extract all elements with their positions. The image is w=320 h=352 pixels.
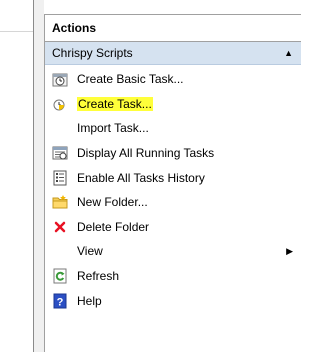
action-new-folder[interactable]: New Folder...: [45, 190, 301, 215]
actions-header: Actions: [45, 15, 301, 42]
action-label: Import Task...: [77, 121, 149, 136]
action-label: Help: [77, 293, 102, 308]
action-label: Create Basic Task...: [77, 72, 184, 87]
refresh-icon: [52, 268, 68, 284]
action-delete-folder[interactable]: Delete Folder: [45, 215, 301, 240]
section-title: Chrispy Scripts: [52, 46, 133, 60]
action-refresh[interactable]: Refresh: [45, 264, 301, 289]
clock-icon: [52, 71, 68, 87]
running-tasks-icon: [52, 145, 68, 161]
delete-x-icon: [52, 219, 68, 235]
svg-text:?: ?: [57, 296, 64, 308]
history-icon: [52, 170, 68, 186]
pane-splitter[interactable]: [34, 0, 44, 352]
section-header-chrispy-scripts[interactable]: Chrispy Scripts ▲: [45, 42, 301, 65]
action-label: Refresh: [77, 269, 120, 284]
tree-pane-divider: [0, 31, 34, 32]
collapse-arrow-icon[interactable]: ▲: [284, 42, 293, 64]
action-label: View: [77, 244, 103, 259]
folder-icon: [52, 194, 68, 210]
help-icon: ?: [52, 293, 68, 309]
action-label: Display All Running Tasks: [77, 146, 215, 161]
action-import-task[interactable]: Import Task...: [45, 116, 301, 141]
submenu-arrow-icon: ▶: [286, 245, 293, 256]
action-create-task[interactable]: Create Task...: [45, 92, 301, 117]
action-view[interactable]: View ▶: [45, 239, 301, 264]
action-label: New Folder...: [77, 195, 148, 210]
action-create-basic-task[interactable]: Create Basic Task...: [45, 67, 301, 92]
actions-list: Create Basic Task... Create Task... Impo…: [45, 65, 301, 313]
actions-pane: Actions Chrispy Scripts ▲ Create Basic T…: [44, 14, 301, 352]
tree-pane: [0, 0, 34, 352]
action-label: Create Task...: [77, 96, 153, 111]
clock-task-icon: [52, 96, 68, 112]
action-enable-tasks-history[interactable]: Enable All Tasks History: [45, 165, 301, 190]
action-help[interactable]: ? Help: [45, 288, 301, 313]
action-display-running-tasks[interactable]: Display All Running Tasks: [45, 141, 301, 166]
action-label: Enable All Tasks History: [77, 170, 205, 185]
action-label: Delete Folder: [77, 219, 150, 234]
